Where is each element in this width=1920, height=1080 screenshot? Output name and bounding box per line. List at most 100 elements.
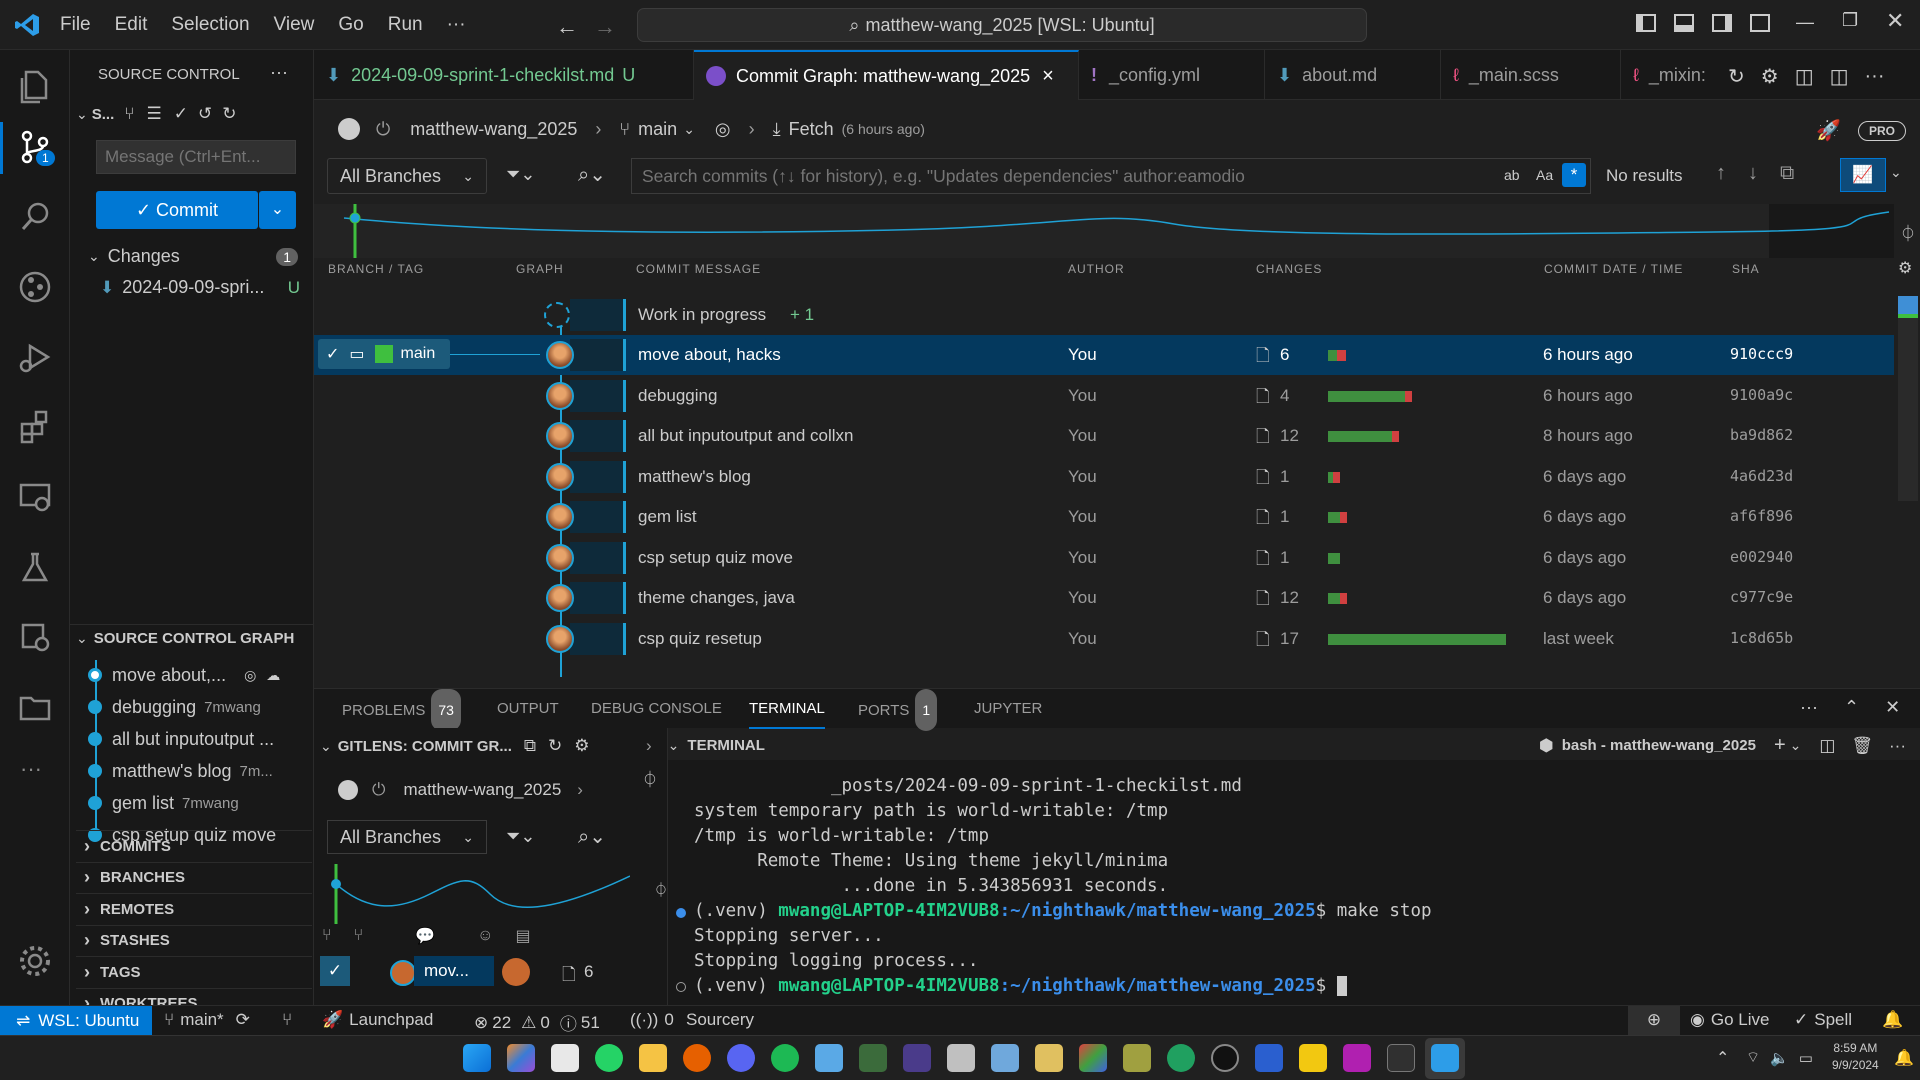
chevron-down-icon[interactable]: ⌄ xyxy=(668,737,680,754)
gitlens-icon[interactable] xyxy=(14,266,56,308)
settings-gear-icon[interactable] xyxy=(14,940,56,982)
remote-explorer-icon[interactable] xyxy=(14,476,56,518)
tab-problems[interactable]: PROBLEMS 73 xyxy=(342,689,461,731)
column-commit-date[interactable]: COMMIT DATE / TIME xyxy=(1544,262,1683,276)
graph-list-item[interactable]: debugging 7mwang xyxy=(88,691,314,723)
sidebar-section-branches[interactable]: › BRANCHES xyxy=(76,861,312,894)
spell-status[interactable]: ✓ Spell xyxy=(1794,1010,1852,1030)
forward-arrow-icon[interactable]: → xyxy=(594,14,616,40)
repo-name[interactable]: matthew-wang_2025 xyxy=(410,119,577,140)
github-icon[interactable] xyxy=(338,780,358,800)
commit-row[interactable]: csp quiz resetup You 🗋 17 last week 1c8d65b xyxy=(314,619,1894,659)
notifications-bell-icon[interactable]: 🔔 xyxy=(1882,1010,1903,1030)
app-icon[interactable] xyxy=(1123,1044,1151,1072)
close-tab-icon[interactable]: × xyxy=(1042,65,1054,88)
sidebar-more-icon[interactable]: ··· xyxy=(270,62,288,83)
more-actions-icon[interactable]: ··· xyxy=(1889,736,1906,756)
gitlens-branches-select[interactable]: All Branches ⌄ xyxy=(327,820,487,854)
gear-icon[interactable]: ⚙ xyxy=(574,736,589,756)
tab-config-yml[interactable]: ! _config.yml xyxy=(1079,50,1265,100)
folder-icon[interactable] xyxy=(14,686,56,728)
commit-button[interactable]: ✓ Commit xyxy=(96,191,258,229)
system-tray[interactable]: ⌔ 🔈 ▭ xyxy=(1746,1048,1813,1067)
commit-row[interactable]: all but inputoutput and collxn You 🗋 12 8 ho… xyxy=(314,416,1894,456)
refresh-icon[interactable]: ↻ xyxy=(222,104,236,124)
gitlens-repo-name[interactable]: matthew-wang_2025 xyxy=(403,780,561,800)
maximize-panel-icon[interactable]: ⌃ xyxy=(1844,697,1859,718)
extensions-icon[interactable] xyxy=(14,406,56,448)
commit-row[interactable]: matthew's blog You 🗋 1 6 days ago 4a6d23d xyxy=(314,457,1894,497)
pro-badge[interactable]: PRO xyxy=(1858,121,1907,141)
plug-icon[interactable]: ⏻ xyxy=(376,119,390,140)
app-icon[interactable] xyxy=(1255,1044,1283,1072)
graph-list-item[interactable]: all but inputoutput ... xyxy=(88,723,314,755)
docker-icon[interactable] xyxy=(14,616,56,658)
app-icon[interactable] xyxy=(1079,1044,1107,1072)
split-terminal-icon[interactable]: ◫ xyxy=(1819,736,1835,756)
file-explorer-icon[interactable] xyxy=(639,1044,667,1072)
commit-row[interactable]: csp setup quiz move You 🗋 1 6 days ago e00294… xyxy=(314,538,1894,578)
toggle-primary-sidebar-icon[interactable] xyxy=(1636,14,1656,32)
run-debug-icon[interactable] xyxy=(14,336,56,378)
refresh-icon[interactable]: ↻ xyxy=(548,736,562,756)
remote-indicator[interactable]: ⇌ WSL: Ubuntu xyxy=(0,1006,152,1036)
close-window-button[interactable]: ✕ xyxy=(1886,8,1904,34)
app-icon[interactable] xyxy=(815,1044,843,1072)
minimize-button[interactable]: — xyxy=(1796,12,1814,33)
column-settings-icon[interactable]: ⚙ xyxy=(1898,258,1912,278)
column-graph[interactable]: GRAPH xyxy=(516,262,564,276)
terminal-side-icon[interactable]: ⏀ xyxy=(642,766,658,790)
split-editor-icon[interactable]: ◫ xyxy=(1795,64,1814,89)
app-icon[interactable] xyxy=(1211,1044,1239,1072)
tab-main-scss[interactable]: ℓ _main.scss xyxy=(1441,50,1621,100)
filter-icon[interactable]: ⏷⌄ xyxy=(506,826,535,847)
explorer-icon[interactable] xyxy=(14,64,56,106)
open-in-editor-icon[interactable]: ⧉ xyxy=(524,736,536,756)
graph-list-item[interactable]: move about,... ◎ ☁ xyxy=(88,659,314,691)
split-editor-right-icon[interactable]: ◫ xyxy=(1830,64,1849,89)
check-icon[interactable]: ✓ xyxy=(174,104,188,124)
column-changes[interactable]: CHANGES xyxy=(1256,262,1322,276)
gear-icon[interactable]: ⚙ xyxy=(1761,64,1779,89)
match-case-icon[interactable]: Aa xyxy=(1536,167,1553,183)
branch-status[interactable]: ⑂ main* ⟳ xyxy=(164,1010,250,1030)
tab-output[interactable]: OUTPUT xyxy=(497,689,559,729)
sidebar-section-stashes[interactable]: › STASHES xyxy=(76,924,312,957)
menu-view[interactable]: View xyxy=(262,0,327,50)
more-views-icon[interactable]: ··· xyxy=(20,756,42,782)
customize-layout-icon[interactable] xyxy=(1750,14,1770,32)
branch-graph-icon[interactable]: ⑂ xyxy=(124,104,134,124)
list-view-icon[interactable]: ☰ xyxy=(146,104,161,124)
all-branches-select[interactable]: All Branches ⌄ xyxy=(327,158,487,194)
chevron-down-icon[interactable]: ⌄ xyxy=(1890,164,1902,181)
windows-start-icon[interactable] xyxy=(463,1044,491,1072)
graph-list-item[interactable]: gem list 7mwang xyxy=(88,787,314,819)
terminal-shell-name[interactable]: bash - matthew-wang_2025 xyxy=(1562,737,1756,754)
column-author[interactable]: AUTHOR xyxy=(1068,262,1125,276)
commit-row[interactable]: gem list You 🗋 1 6 days ago af6f896 xyxy=(314,497,1894,537)
branch-column-icon[interactable]: ⑂ xyxy=(322,927,332,945)
commit-row[interactable]: debugging You 🗋 4 6 hours ago 9100a9c xyxy=(314,376,1894,416)
chevron-down-icon[interactable]: ⌄ xyxy=(683,121,695,138)
changes-column-icon[interactable]: ▤ xyxy=(515,926,530,946)
menu-go[interactable]: Go xyxy=(326,0,375,50)
app-icon[interactable] xyxy=(1343,1044,1371,1072)
app-icon[interactable] xyxy=(991,1044,1019,1072)
branch-name[interactable]: main xyxy=(638,119,677,140)
new-terminal-icon[interactable]: + xyxy=(1774,734,1786,757)
previous-result-icon[interactable]: ↑ xyxy=(1716,162,1726,185)
regex-icon[interactable]: * xyxy=(1562,163,1586,187)
menu-edit[interactable]: Edit xyxy=(103,0,160,50)
cloud-icon[interactable]: ☁ xyxy=(266,667,280,684)
app-icon[interactable] xyxy=(947,1044,975,1072)
spotify-icon[interactable] xyxy=(771,1044,799,1072)
fetch-button[interactable]: Fetch xyxy=(789,119,834,140)
tab-debug-console[interactable]: DEBUG CONSOLE xyxy=(591,689,722,729)
go-live-status[interactable]: ◉ Go Live xyxy=(1690,1010,1769,1030)
more-actions-icon[interactable]: ··· xyxy=(1800,697,1818,718)
wip-row[interactable]: Work in progress + 1 xyxy=(314,295,1894,335)
ports-status[interactable]: ((·)) 0 xyxy=(630,1010,674,1030)
graph-list-item[interactable]: matthew's blog 7m... xyxy=(88,755,314,787)
app-icon[interactable] xyxy=(1299,1044,1327,1072)
commit-search-input[interactable] xyxy=(632,159,1482,193)
